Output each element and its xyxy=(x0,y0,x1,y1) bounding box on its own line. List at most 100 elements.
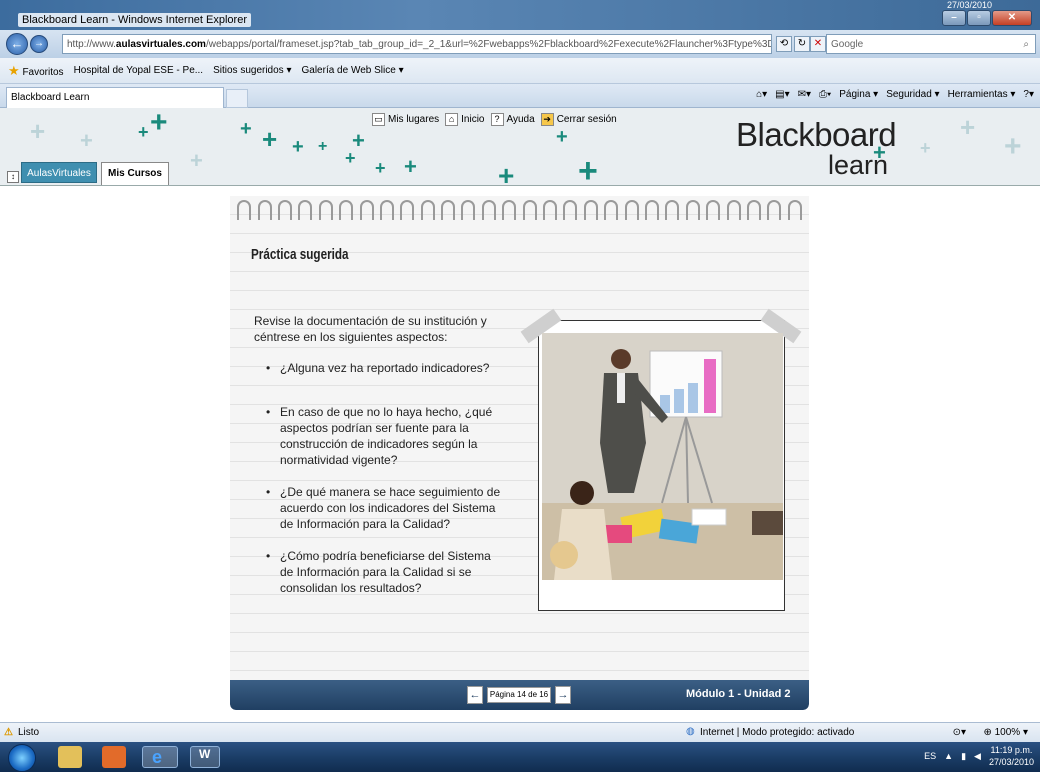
network-icon[interactable]: ▮ xyxy=(961,751,966,762)
clock-time: 11:19 p.m. xyxy=(990,745,1033,755)
inicio-link[interactable]: ⌂ Inicio xyxy=(445,113,485,126)
feeds-icon[interactable]: ▤▾ xyxy=(775,89,789,100)
ie-icon: e xyxy=(152,747,163,767)
home-icon: ⌂ xyxy=(445,113,459,126)
security-zone[interactable]: Internet | Modo protegido: activado xyxy=(700,727,854,738)
ie-taskbar-icon[interactable]: e xyxy=(142,746,178,768)
decor-plus-icon: + xyxy=(578,152,598,186)
decor-plus-icon: + xyxy=(404,154,417,179)
photo-frame xyxy=(520,308,802,611)
globe-icon: ◍ xyxy=(686,726,695,737)
favorites-button[interactable]: ★ Favoritos xyxy=(8,63,64,79)
clock[interactable]: 11:19 p.m. 27/03/2010 xyxy=(989,744,1034,768)
status-text: Listo xyxy=(18,727,40,738)
cerrar-sesion-link[interactable]: ➔ Cerrar sesión xyxy=(540,113,617,126)
word-icon: W xyxy=(199,747,211,761)
browser-tab-active[interactable]: Blackboard Learn xyxy=(6,87,224,108)
window-controls: – ▫ ✕ xyxy=(942,10,1032,26)
zoom-control[interactable]: ⊕ 100% ▾ xyxy=(983,727,1028,738)
places-icon: ▭ xyxy=(372,113,385,126)
decor-plus-icon: + xyxy=(190,148,203,173)
decor-plus-icon: + xyxy=(1004,130,1022,163)
notebook-rings xyxy=(230,200,809,222)
media-player-taskbar-icon[interactable] xyxy=(102,746,126,768)
window-title: Blackboard Learn - Windows Internet Expl… xyxy=(18,13,251,27)
search-placeholder: Google xyxy=(831,38,864,50)
bb-header: + + + + + + + + + + + + + + + + + + + ▭ M… xyxy=(0,108,1040,186)
ayuda-link[interactable]: ? Ayuda xyxy=(490,113,535,126)
volume-icon[interactable]: ◀ xyxy=(974,751,981,762)
url-domain: aulasvirtuales.com xyxy=(115,38,206,50)
new-tab-button[interactable] xyxy=(226,89,248,108)
tab-aulas-virtuales[interactable]: AulasVirtuales xyxy=(21,162,97,183)
decor-plus-icon: + xyxy=(292,136,304,158)
tray-arrow-icon[interactable]: ▲ xyxy=(944,751,953,761)
decor-plus-icon: + xyxy=(345,148,356,168)
language-indicator[interactable]: ES xyxy=(924,751,936,761)
favorite-item[interactable]: Hospital de Yopal ESE - Pe... xyxy=(74,65,204,76)
page-indicator: Página 14 de 16 xyxy=(487,687,551,703)
favorites-bar: ★ Favoritos Hospital de Yopal ESE - Pe..… xyxy=(0,58,1040,84)
decor-plus-icon: + xyxy=(498,160,515,186)
logout-icon: ➔ xyxy=(540,113,554,126)
favorite-item[interactable]: Sitios sugeridos ▾ xyxy=(213,65,291,76)
module-label: Módulo 1 - Unidad 2 xyxy=(686,688,791,700)
explorer-taskbar-icon[interactable] xyxy=(58,746,82,768)
lesson-intro: Revise la documentación de su institució… xyxy=(254,314,487,344)
back-button[interactable]: ← xyxy=(6,33,28,55)
close-button[interactable]: ✕ xyxy=(992,10,1032,26)
tools-menu[interactable]: Herramientas ▾ xyxy=(948,89,1016,100)
page-menu[interactable]: Página ▾ xyxy=(839,89,878,100)
bb-logo-plus-icon: + xyxy=(873,140,886,165)
decor-plus-icon: + xyxy=(80,128,93,153)
compatibility-icon[interactable]: ⟲ xyxy=(776,36,792,52)
url-input[interactable]: http://www. aulasvirtuales.com/webapps/po… xyxy=(62,34,772,54)
list-item: ¿De qué manera se hace seguimiento de ac… xyxy=(266,484,506,532)
prev-page-button[interactable]: ← xyxy=(467,686,483,704)
clock-date: 27/03/2010 xyxy=(988,757,1034,767)
help-icon: ? xyxy=(490,113,504,126)
decor-plus-icon: + xyxy=(318,138,328,155)
decor-plus-icon: + xyxy=(30,116,46,146)
tab-mis-cursos[interactable]: Mis Cursos xyxy=(101,162,169,185)
decor-plus-icon: + xyxy=(920,138,931,158)
command-bar: ⌂▾ ▤▾ ✉▾ ⎙▾ Página ▾ Seguridad ▾ Herrami… xyxy=(756,89,1034,100)
lesson-bullets: ¿Alguna vez ha reportado indicadores? En… xyxy=(266,360,506,596)
top-date: 27/03/2010 xyxy=(946,0,992,10)
search-input[interactable]: Google ⌕ xyxy=(826,34,1036,54)
favorite-item[interactable]: Galería de Web Slice ▾ xyxy=(301,65,403,76)
decor-plus-icon: + xyxy=(150,108,168,139)
list-item: ¿Alguna vez ha reportado indicadores? xyxy=(266,360,506,376)
print-icon[interactable]: ⎙▾ xyxy=(819,89,831,100)
start-button[interactable] xyxy=(8,744,36,772)
decor-plus-icon: + xyxy=(262,124,278,154)
warning-icon: ⚠ xyxy=(4,727,13,738)
url-prefix: http://www. xyxy=(67,38,116,50)
decor-plus-icon: + xyxy=(375,158,386,178)
presentation-illustration xyxy=(542,333,783,580)
list-item: En caso de que no lo haya hecho, ¿qué as… xyxy=(266,404,506,468)
home-icon[interactable]: ⌂▾ xyxy=(756,89,767,100)
window-titlebar: 27/03/2010 Blackboard Learn - Windows In… xyxy=(0,0,1040,30)
star-icon: ★ xyxy=(8,62,20,78)
browser-tab-row: Blackboard Learn ⌂▾ ▤▾ ✉▾ ⎙▾ Página ▾ Se… xyxy=(0,84,1040,108)
search-icon[interactable]: ⌕ xyxy=(1023,39,1029,50)
url-rest: /webapps/portal/frameset.jsp?tab_tab_gro… xyxy=(205,38,771,50)
decor-plus-icon: + xyxy=(960,112,976,142)
stop-icon[interactable]: ✕ xyxy=(810,36,826,52)
word-taskbar-icon[interactable]: W xyxy=(190,746,220,768)
next-page-button[interactable]: → xyxy=(555,686,571,704)
security-menu[interactable]: Seguridad ▾ xyxy=(886,89,939,100)
help-icon[interactable]: ?▾ xyxy=(1023,89,1034,100)
restore-button[interactable]: ▫ xyxy=(967,10,991,26)
mis-lugares-link[interactable]: ▭ Mis lugares xyxy=(372,113,439,126)
forward-button[interactable]: → xyxy=(30,35,48,53)
windows-taskbar: e W ES ▲ ▮ ◀ 11:19 p.m. 27/03/2010 xyxy=(0,742,1040,772)
refresh-icon[interactable]: ↻ xyxy=(794,36,810,52)
lesson-title: Práctica sugerida xyxy=(251,246,349,263)
collapse-frame-button[interactable]: ↕ xyxy=(7,171,19,183)
mail-icon[interactable]: ✉▾ xyxy=(798,89,811,100)
minimize-button[interactable]: – xyxy=(942,10,966,26)
popup-blocker-icon[interactable]: ⊙▾ xyxy=(953,727,966,738)
decor-plus-icon: + xyxy=(556,126,568,148)
